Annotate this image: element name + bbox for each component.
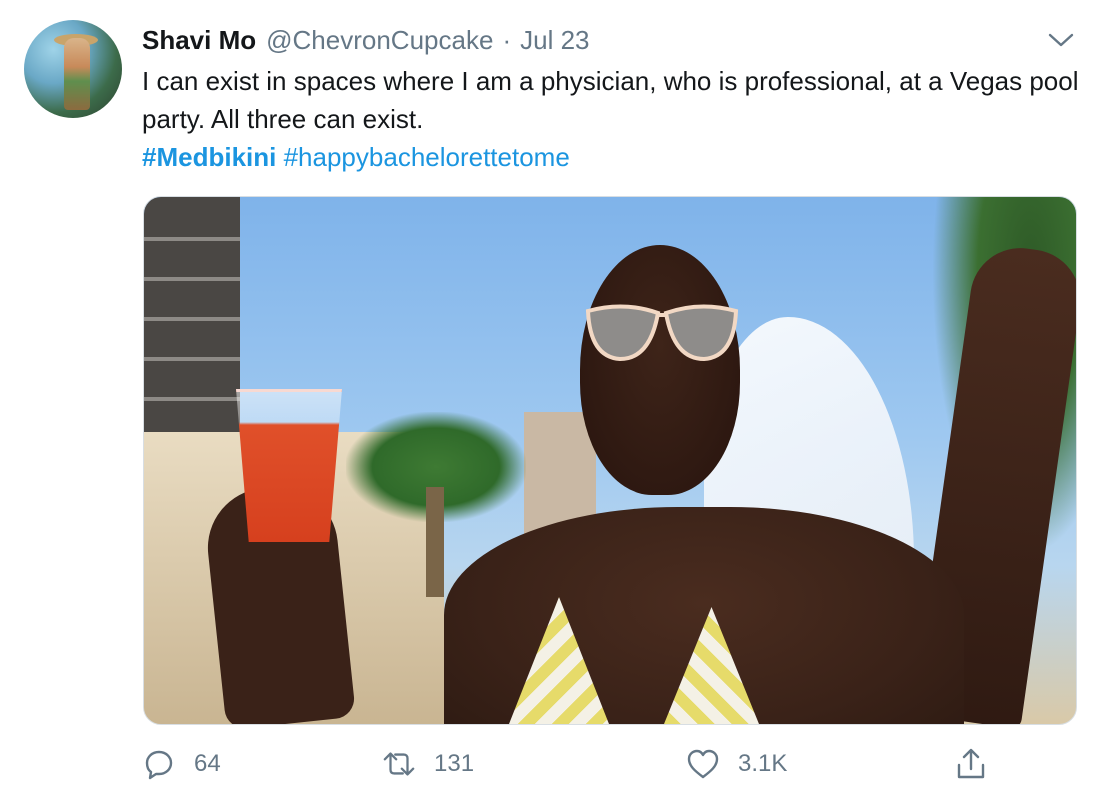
author-name[interactable]: Shavi Mo bbox=[142, 25, 256, 56]
more-options-button[interactable] bbox=[1044, 26, 1078, 54]
hashtags: #Medbikini #happybachelorettetome bbox=[142, 138, 570, 176]
share-icon bbox=[954, 747, 988, 781]
avatar-figure bbox=[64, 38, 90, 110]
photo-palm-trunk bbox=[426, 487, 444, 597]
photo-drink-cup bbox=[236, 389, 342, 542]
retweet-icon bbox=[382, 747, 416, 781]
hashtag-happybachelorettetome[interactable]: #happybachelorettetome bbox=[284, 142, 570, 172]
retweet-count: 131 bbox=[434, 750, 475, 777]
reply-button[interactable]: 64 bbox=[142, 742, 221, 786]
tweet-actions: 64 131 3.1K bbox=[142, 742, 1082, 786]
heart-icon bbox=[686, 747, 720, 781]
tweet-text: I can exist in spaces where I am a physi… bbox=[142, 66, 1079, 134]
photo-building bbox=[144, 197, 240, 447]
share-button[interactable] bbox=[954, 742, 988, 786]
retweet-button[interactable]: 131 bbox=[382, 742, 474, 786]
tweet-date[interactable]: Jul 23 bbox=[520, 25, 589, 56]
chevron-down-icon bbox=[1048, 33, 1074, 47]
reply-icon bbox=[142, 747, 176, 781]
hashtag-medbikini[interactable]: #Medbikini bbox=[142, 142, 276, 172]
like-button[interactable]: 3.1K bbox=[686, 742, 787, 786]
avatar[interactable] bbox=[24, 20, 122, 118]
reply-count: 64 bbox=[194, 750, 221, 777]
tweet-photo[interactable] bbox=[143, 196, 1077, 725]
photo-sunglasses bbox=[585, 304, 739, 362]
author-handle[interactable]: @ChevronCupcake bbox=[266, 25, 493, 56]
tweet-header: Shavi Mo @ChevronCupcake · Jul 23 bbox=[142, 22, 590, 58]
header-separator: · bbox=[502, 24, 512, 55]
like-count: 3.1K bbox=[738, 750, 788, 777]
photo-head bbox=[580, 245, 740, 495]
